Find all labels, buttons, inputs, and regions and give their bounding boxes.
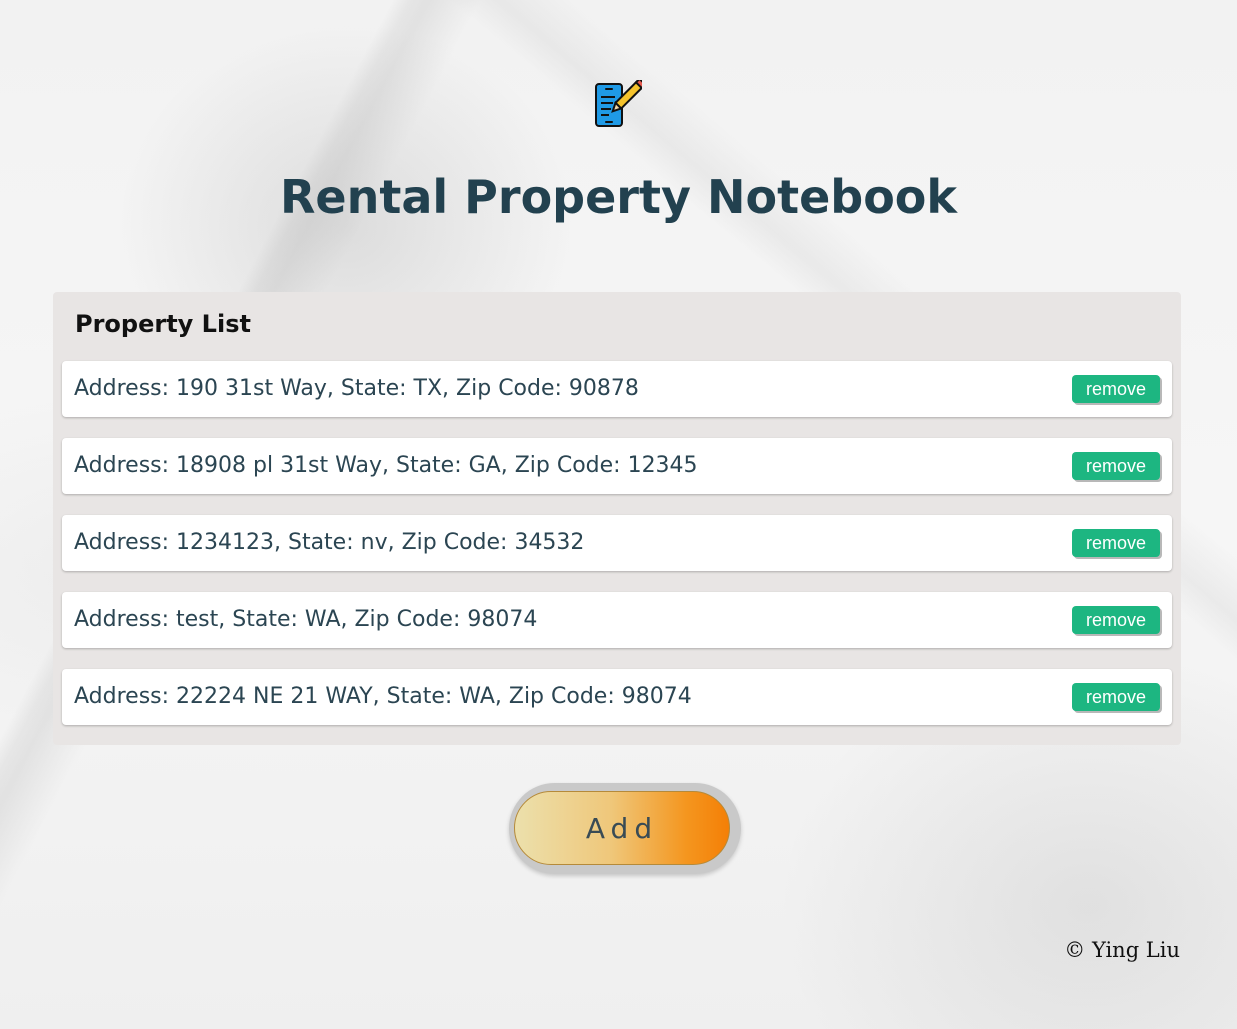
property-row: Address: 1234123, State: nv, Zip Code: 3… [62, 515, 1172, 571]
notepad-pencil-icon [594, 77, 647, 128]
property-row-text: Address: 22224 NE 21 WAY, State: WA, Zip… [74, 684, 692, 709]
property-list-panel: Property List Address: 190 31st Way, Sta… [53, 292, 1181, 745]
remove-button[interactable]: remove [1072, 375, 1160, 403]
copyright-footer: © Ying Liu [1064, 938, 1180, 962]
property-row: Address: 18908 pl 31st Way, State: GA, Z… [62, 438, 1172, 494]
remove-button[interactable]: remove [1072, 606, 1160, 634]
property-row-text: Address: test, State: WA, Zip Code: 9807… [74, 607, 538, 632]
add-button[interactable]: Add [514, 791, 730, 865]
remove-button[interactable]: remove [1072, 683, 1160, 711]
page-title: Rental Property Notebook [280, 170, 957, 224]
property-list-heading: Property List [75, 310, 251, 338]
property-row-text: Address: 190 31st Way, State: TX, Zip Co… [74, 376, 639, 401]
add-button-frame: Add [509, 783, 741, 874]
property-list: Address: 190 31st Way, State: TX, Zip Co… [62, 361, 1172, 746]
remove-button[interactable]: remove [1072, 529, 1160, 557]
property-row: Address: test, State: WA, Zip Code: 9807… [62, 592, 1172, 648]
remove-button[interactable]: remove [1072, 452, 1160, 480]
property-row-text: Address: 18908 pl 31st Way, State: GA, Z… [74, 453, 698, 478]
property-row: Address: 190 31st Way, State: TX, Zip Co… [62, 361, 1172, 417]
property-row: Address: 22224 NE 21 WAY, State: WA, Zip… [62, 669, 1172, 725]
property-row-text: Address: 1234123, State: nv, Zip Code: 3… [74, 530, 585, 555]
